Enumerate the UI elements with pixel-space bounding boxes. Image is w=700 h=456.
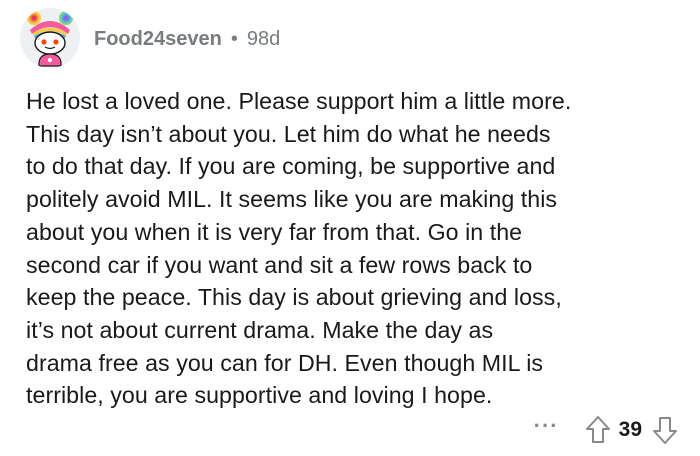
comment-card: Food24seven • 98d He lost a loved one. P… xyxy=(0,0,700,456)
snoo-avatar-icon xyxy=(27,11,73,67)
user-avatar[interactable] xyxy=(20,8,80,68)
comment-body: He lost a loved one. Please support him … xyxy=(26,88,572,409)
upvote-arrow-icon[interactable] xyxy=(585,415,611,445)
comment-meta: Food24seven • 98d xyxy=(94,28,280,51)
vote-score: 39 xyxy=(618,418,642,441)
meta-separator: • xyxy=(230,27,238,50)
comment-actions: ··· 39 xyxy=(534,412,678,448)
comment-age: 98d xyxy=(246,27,281,50)
more-options-button[interactable]: ··· xyxy=(534,415,559,437)
comment-header: Food24seven • 98d xyxy=(20,6,280,70)
username-link[interactable]: Food24seven xyxy=(94,28,222,51)
downvote-arrow-icon[interactable] xyxy=(652,415,678,445)
